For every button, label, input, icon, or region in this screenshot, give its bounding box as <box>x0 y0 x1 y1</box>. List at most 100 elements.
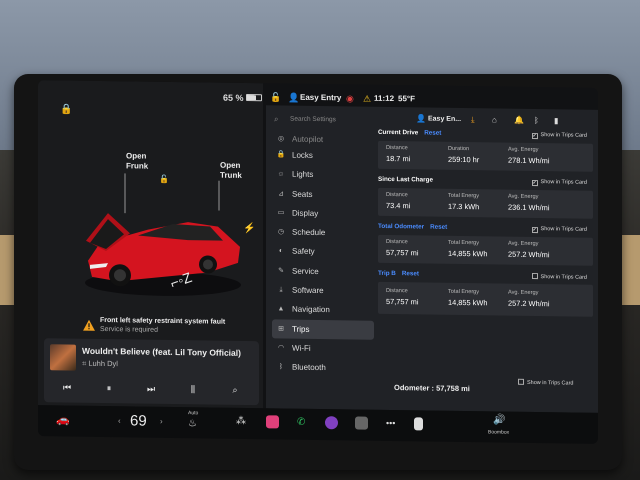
touchscreen: 🔒 Open Frunk Open Trunk 🔓 ⌐◦Z ⚡ Front le… <box>38 80 598 444</box>
light-icon: ☼ <box>277 170 285 178</box>
nav-display[interactable]: ▭ Display <box>272 203 374 224</box>
navigation-icon: ▲ <box>277 305 285 313</box>
stat-label: Distance <box>386 287 408 295</box>
nav-trips[interactable]: ⊞ Trips <box>272 319 374 340</box>
reset-button[interactable]: Reset <box>430 224 447 231</box>
profile-icon[interactable]: 👤 <box>288 93 299 104</box>
show-in-trips-checkbox[interactable]: ✓ Show in Trips Card <box>531 132 587 140</box>
stat: Avg. Energy 257.2 Wh/mi <box>508 290 550 309</box>
stat: Distance 57,757 mi <box>386 239 418 257</box>
stat: Avg. Energy 278.1 Wh/mi <box>508 147 550 166</box>
music-app-icon[interactable] <box>266 415 279 429</box>
download-icon[interactable]: ⤓ <box>471 115 475 125</box>
equalizer-icon[interactable]: ⫼ <box>186 384 200 395</box>
stat-label: Total Energy <box>448 288 480 296</box>
stats-since-last-charge: Distance 73.4 mi Total Energy 17.3 kWh Avg… <box>378 187 593 219</box>
reset-button[interactable]: Reset <box>424 129 441 136</box>
stat: Avg. Energy 257.2 Wh/mi <box>508 241 550 260</box>
nav-label: Bluetooth <box>292 362 326 373</box>
stat-label: Avg. Energy <box>508 289 539 297</box>
alert-title: Front left safety restraint system fault <box>100 316 226 326</box>
lock-status-icon[interactable]: 🔓 <box>270 92 281 103</box>
pause-icon[interactable]: ⏸ <box>102 383 116 394</box>
profile-name[interactable]: Easy Entry <box>300 93 341 103</box>
stat-label: Distance <box>386 144 408 152</box>
volume-icon[interactable]: 🔊 <box>493 414 505 425</box>
nav-service[interactable]: ✎ Service <box>272 261 374 282</box>
bluetooth-status-icon[interactable]: ᛒ <box>534 116 539 125</box>
alarm-icon[interactable]: 🔔 <box>514 116 524 125</box>
nav-lights[interactable]: ☼ Lights <box>272 165 374 186</box>
wifi-icon: ◠ <box>277 344 285 352</box>
show-in-trips-checkbox[interactable]: ✓ Show in Trips Card <box>531 179 587 187</box>
battery-icon <box>246 93 262 102</box>
charge-port-icon[interactable]: ⚡ <box>243 223 255 234</box>
more-apps-icon[interactable]: ••• <box>386 418 395 428</box>
temp-up-icon[interactable]: › <box>160 417 163 426</box>
show-in-trips-checkbox[interactable]: ✓ Show in Trips Card <box>531 226 587 234</box>
show-in-trips-checkbox[interactable]: Show in Trips Card <box>531 272 587 281</box>
stat: Distance 73.4 mi <box>386 192 410 210</box>
phone-icon[interactable]: ✆ <box>297 417 305 428</box>
reset-button[interactable]: Reset <box>402 270 419 277</box>
clock: 11:12 <box>374 93 395 104</box>
steering-wheel-icon: ◎ <box>277 135 285 143</box>
nav-label: Navigation <box>292 305 330 315</box>
next-track-icon[interactable]: ⏭ <box>144 384 158 395</box>
nav-label: Safety <box>292 247 315 257</box>
open-trunk-button[interactable]: Open Trunk <box>220 161 242 181</box>
stat: Distance 18.7 mi <box>386 145 410 163</box>
car-icon[interactable]: 🚗 <box>56 413 70 426</box>
section-title: Trip B <box>378 269 396 278</box>
search-settings[interactable]: ⌕ Search Settings <box>274 114 394 128</box>
temperature[interactable]: 69 <box>130 412 147 429</box>
defrost-icon[interactable]: ⁂ <box>236 416 246 427</box>
stat-label: Avg. Energy <box>508 193 539 201</box>
nav-seats[interactable]: ⊿ Seats <box>272 184 374 205</box>
profile-header-icon[interactable]: 👤 <box>416 114 426 123</box>
nav-label: Schedule <box>292 227 326 238</box>
nav-bluetooth[interactable]: ᛒ Bluetooth <box>272 358 374 379</box>
nav-wifi[interactable]: ◠ Wi-Fi <box>272 338 374 359</box>
airbag-icon: ◉ <box>346 93 354 104</box>
odometer: Odometer : 57,758 mi <box>394 383 470 394</box>
stat-label: Distance <box>386 238 408 246</box>
profile-header-name[interactable]: Easy En... <box>428 116 461 123</box>
seat-heater-icon[interactable]: ♨ <box>188 418 197 429</box>
open-trunk-line1: Open <box>220 160 241 170</box>
nav-software[interactable]: ⤓ Software <box>272 280 374 301</box>
stats-total-odometer: Distance 57,757 mi Total Energy 14,855 kWh… <box>378 234 593 266</box>
safety-alert[interactable]: Front left safety restraint system fault… <box>83 317 258 334</box>
open-frunk-button[interactable]: Open Frunk <box>126 151 148 171</box>
previous-track-icon[interactable]: ⏮ <box>60 382 74 393</box>
nav-label: Service <box>292 266 319 276</box>
home-icon[interactable]: ⌂ <box>492 115 497 124</box>
stats-current-drive: Distance 18.7 mi Duration 259:10 hr Avg. E… <box>378 140 593 172</box>
camera-app-icon[interactable] <box>355 416 368 430</box>
calendar-app-icon[interactable] <box>414 417 423 431</box>
media-app-icon[interactable] <box>325 416 338 430</box>
nav-locks[interactable]: 🔒 Locks <box>272 145 374 166</box>
unlock-icon[interactable]: 🔓 <box>159 175 169 184</box>
alert-subtitle: Service is required <box>100 325 158 334</box>
nav-label: Autopilot <box>292 134 324 145</box>
stat-label: Avg. Energy <box>508 146 539 154</box>
nav-label: Trips <box>292 324 310 334</box>
nav-navigation[interactable]: ▲ Navigation <box>272 300 374 321</box>
seat-icon: ⊿ <box>278 190 284 198</box>
search-icon[interactable]: ⌕ <box>228 385 242 396</box>
nav-label: Seats <box>292 189 313 199</box>
temp-down-icon[interactable]: ‹ <box>118 416 121 425</box>
odometer-show-in-trips-checkbox[interactable]: Show in Trips Card <box>518 378 573 387</box>
nav-safety[interactable]: ◐ Safety <box>272 242 374 263</box>
stat-label: Avg. Energy <box>508 240 539 248</box>
nav-label: Software <box>292 285 324 296</box>
settings-nav: ◎ Autopilot 🔒 Locks ☼ Lights ⊿ Seats ▭ Displa… <box>272 135 374 378</box>
checkbox-label: Show in Trips Card <box>540 132 587 139</box>
search-settings-input[interactable]: Search Settings <box>290 116 336 124</box>
nav-schedule[interactable]: ◷ Schedule <box>272 223 374 244</box>
stat: Avg. Energy 236.1 Wh/mi <box>508 194 550 213</box>
stat: Distance 57,757 mi <box>386 288 418 306</box>
checkbox-label: Show in Trips Card <box>540 226 587 233</box>
open-trunk-line2: Trunk <box>220 170 242 180</box>
